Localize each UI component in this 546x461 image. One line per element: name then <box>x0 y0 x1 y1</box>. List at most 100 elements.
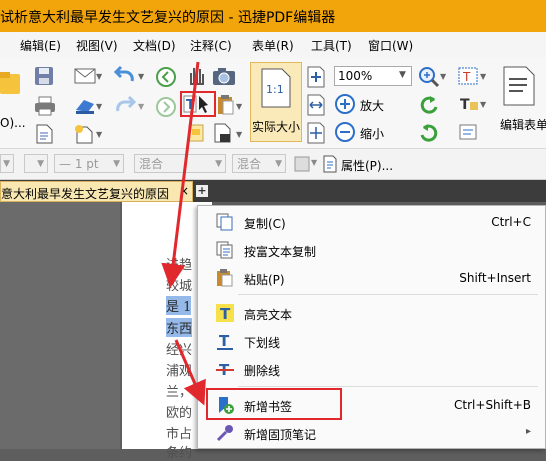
document-tab[interactable]: 意大利最早发生文艺复兴的原因 × <box>0 181 193 202</box>
undo-dropdown-icon[interactable]: ▼ <box>138 72 144 81</box>
rotate-right-icon[interactable] <box>418 122 440 144</box>
forward-icon[interactable] <box>155 96 177 118</box>
menu-separator <box>238 294 538 295</box>
actual-size-label: 实际大小 <box>252 120 301 134</box>
fit-visible-icon[interactable] <box>306 122 326 144</box>
print-icon[interactable] <box>34 96 56 116</box>
rich-text-copy-icon <box>216 241 233 259</box>
save-icon[interactable] <box>34 66 54 86</box>
open-folder-icon[interactable] <box>0 70 22 96</box>
attach-dropdown-icon[interactable]: ▼ <box>236 130 242 139</box>
mail-dropdown-icon[interactable]: ▼ <box>96 72 102 81</box>
form-field-icon[interactable] <box>458 122 480 142</box>
copy-icon <box>216 213 233 231</box>
blend-mode-select-2[interactable]: 混合 ▼ <box>232 154 286 173</box>
menu-item-paste[interactable]: 粘贴(P) Shift+Insert <box>198 265 545 291</box>
paste-icon <box>217 269 233 287</box>
magnifier-icon[interactable] <box>418 66 440 88</box>
main-toolbar: O)... ▼ ▼ ▼ ▼ ▼ T ▼ ▼ 1:1 实际大小 100% ▼ 放大… <box>0 58 546 149</box>
menu-document[interactable]: 文档(D) <box>133 37 176 54</box>
redo-icon[interactable] <box>114 96 136 116</box>
strikethrough-icon: T <box>216 361 234 378</box>
clipboard-paste-icon[interactable] <box>216 94 236 116</box>
close-tab-icon[interactable]: × <box>179 184 189 198</box>
attach-file-icon[interactable] <box>212 122 234 144</box>
zoom-in-icon[interactable] <box>334 93 356 115</box>
rotate-left-icon[interactable] <box>418 94 440 116</box>
menu-item-shortcut: Ctrl+Shift+B <box>454 398 531 412</box>
border-color-select[interactable]: ▼ <box>24 154 48 173</box>
zoom-out-icon[interactable] <box>334 121 356 143</box>
edit-form-label[interactable]: 编辑表单 <box>500 116 546 133</box>
back-icon[interactable] <box>155 66 177 88</box>
fit-page-icon[interactable] <box>306 66 326 88</box>
properties-icon[interactable] <box>322 155 338 173</box>
edit-form-icon[interactable] <box>502 66 536 106</box>
stamp-icon[interactable] <box>74 96 98 116</box>
title-bar: 试析意大利最早发生文艺复兴的原因 - 迅捷PDF编辑器 <box>0 0 546 32</box>
undo-icon[interactable] <box>114 66 136 86</box>
magnifier-dropdown-icon[interactable]: ▼ <box>440 72 446 81</box>
format-bar: ▼ ▼ — 1 pt ▼ 混合 ▼ 混合 ▼ ▼ 属性(P)... <box>0 149 546 180</box>
actual-size-button[interactable]: 1:1 实际大小 <box>250 62 302 142</box>
fit-width-icon[interactable] <box>306 94 326 116</box>
zoom-dropdown-icon[interactable]: ▼ <box>399 70 406 80</box>
menu-edit[interactable]: 编辑(E) <box>20 37 61 54</box>
text-field-tool-icon[interactable]: T <box>458 94 480 114</box>
properties-button[interactable]: 属性(P)... <box>341 157 393 174</box>
fill-color-select[interactable]: ▼ <box>0 154 14 173</box>
opacity-icon[interactable] <box>294 156 310 172</box>
text-field-dropdown-icon[interactable]: ▼ <box>480 100 486 109</box>
new-doc-dropdown-icon[interactable]: ▼ <box>96 130 102 139</box>
menu-view[interactable]: 视图(V) <box>76 37 118 54</box>
select-text-tool-icon[interactable]: T <box>183 94 213 114</box>
stamp-dropdown-icon[interactable]: ▼ <box>96 102 102 111</box>
menu-item-label: 按富文本复制 <box>244 245 317 259</box>
paste-dropdown-icon[interactable]: ▼ <box>236 102 242 111</box>
canvas-background <box>0 202 120 449</box>
document-line-selected: 东西 <box>166 318 193 337</box>
mail-icon[interactable] <box>74 66 98 86</box>
menu-window[interactable]: 窗口(W) <box>368 37 413 54</box>
snapshot-icon[interactable] <box>212 66 236 86</box>
text-box-tool-icon[interactable]: T <box>458 66 480 86</box>
add-tab-icon[interactable]: + <box>196 185 208 197</box>
zoom-select[interactable]: 100% ▼ <box>334 66 412 86</box>
menu-item-copy[interactable]: 复制(C) Ctrl+C <box>198 209 545 235</box>
underline-icon: T <box>217 332 233 350</box>
menu-bar: 编辑(E) 视图(V) 文档(D) 注释(C) 表单(R) 工具(T) 窗口(W… <box>0 32 546 58</box>
document-icon[interactable] <box>34 124 54 144</box>
document-line: 欧的 <box>166 406 193 421</box>
redo-dropdown-icon[interactable]: ▼ <box>138 102 144 111</box>
document-line: 经兴 <box>166 343 193 358</box>
menu-form[interactable]: 表单(R) <box>252 37 294 54</box>
document-line: 进趋 <box>166 258 193 273</box>
blend-value-1: 混合 <box>139 157 164 171</box>
new-document-icon[interactable] <box>74 124 96 144</box>
zoom-out-label[interactable]: 缩小 <box>360 125 384 142</box>
line-width-select[interactable]: — 1 pt ▼ <box>54 154 124 173</box>
blend-mode-select-1[interactable]: 混合 ▼ <box>134 154 226 173</box>
svg-text:T: T <box>186 98 195 113</box>
menu-item-label: 新增固顶笔记 <box>244 428 317 442</box>
menu-item-label: 删除线 <box>244 364 281 378</box>
menu-comment[interactable]: 注释(C) <box>190 37 232 54</box>
actual-size-icon-text: 1:1 <box>266 83 284 96</box>
open-label: O)... <box>0 116 26 130</box>
window-title: 试析意大利最早发生文艺复兴的原因 - 迅捷PDF编辑器 <box>0 10 336 26</box>
menu-item-strikethrough[interactable]: T 删除线 <box>198 356 545 382</box>
menu-item-pin-note[interactable]: 新增固顶笔记 ▸ <box>198 420 545 446</box>
menu-item-underline[interactable]: T 下划线 <box>198 328 545 354</box>
actual-size-icon: 1:1 <box>261 68 291 108</box>
note-icon[interactable] <box>186 122 206 144</box>
text-box-dropdown-icon[interactable]: ▼ <box>480 72 486 81</box>
pin-note-icon <box>216 425 233 442</box>
menu-item-highlight[interactable]: T 高亮文本 <box>198 300 545 326</box>
highlight-icon: T <box>216 304 234 322</box>
menu-item-rich-copy[interactable]: 按富文本复制 <box>198 237 545 263</box>
svg-text:T: T <box>220 305 231 322</box>
zoom-in-label[interactable]: 放大 <box>360 97 384 114</box>
opacity-dropdown-icon[interactable]: ▼ <box>311 158 317 167</box>
hand-tool-icon[interactable] <box>185 64 207 86</box>
menu-tools[interactable]: 工具(T) <box>311 37 352 54</box>
